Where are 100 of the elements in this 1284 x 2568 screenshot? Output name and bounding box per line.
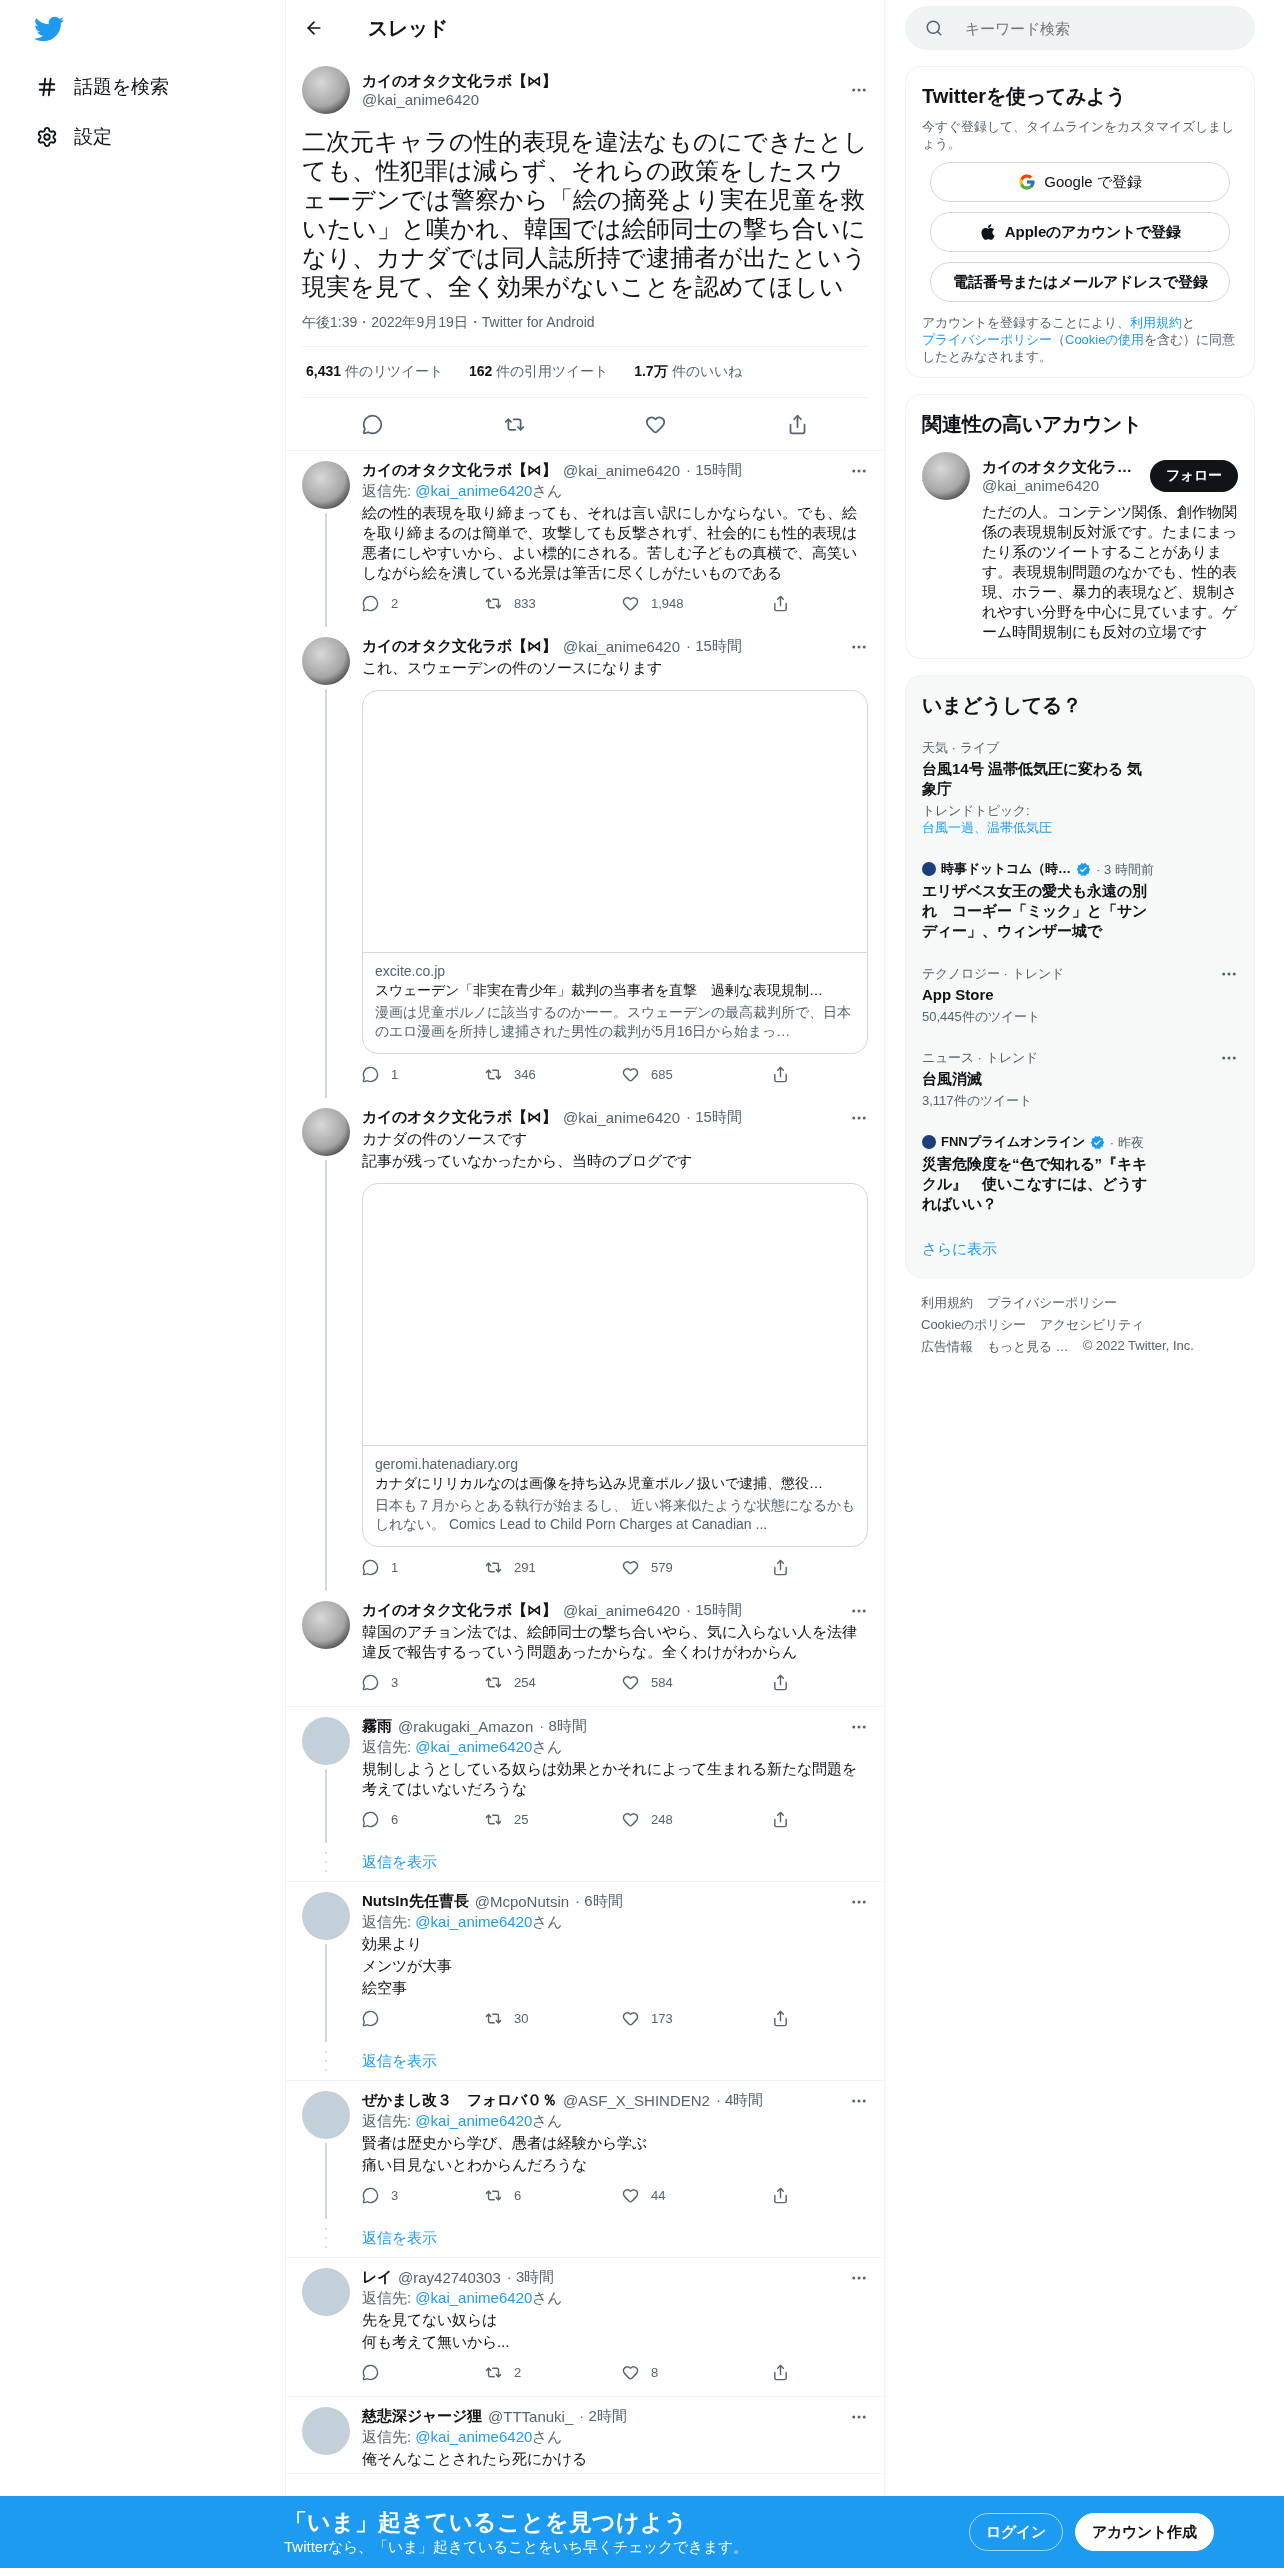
card-title: カナダにリリカルなのは画像を持ち込み児童ポルノ扱いで逮捕、懲役… [375,1475,824,1493]
footer-link[interactable]: 広告情報 [921,1338,973,1356]
author-name[interactable]: カイのオタク文化ラボ【⋈】 [362,1601,557,1620]
share-icon[interactable] [772,1810,789,1828]
timestamp[interactable]: · 3時間 [506,2268,555,2287]
account-name[interactable]: カイのオタク文化ラ… [982,458,1138,477]
avatar[interactable] [302,461,350,509]
author-handle[interactable]: @rakugaki_Amazon [398,1718,534,1735]
legal-text: アカウントを登録することにより、利用規約 と プライバシーポリシー（Cookieの使用を含む）に同意したとみなされます。 [922,314,1237,365]
timestamp[interactable]: · 15時間 [685,1108,742,1127]
footer-link[interactable]: © 2022 Twitter, Inc. [1082,1338,1194,1356]
footer-link[interactable]: 利用規約 [921,1294,973,1312]
signup-button[interactable]: Appleのアカウントで登録 [930,212,1230,252]
share-icon[interactable] [772,1065,789,1083]
nav-item[interactable]: 話題を検索 [30,62,175,112]
stat-link[interactable]: 6,431 件のリツイート [306,363,443,381]
like-icon[interactable] [622,1558,639,1576]
footer-link[interactable]: プライバシーポリシー [987,1294,1117,1312]
stat-link[interactable]: 1.7万 件のいいね [634,363,742,381]
timestamp[interactable]: · 15時間 [685,637,742,656]
author-name[interactable]: 慈悲深ジャージ狸 [362,2407,482,2426]
count: 30 [514,2010,529,2026]
trend-title[interactable]: App Store [922,985,1154,1005]
avatar[interactable] [302,1108,350,1156]
signup-button[interactable]: 電話番号またはメールアドレスで登録 [930,262,1230,302]
reply-icon[interactable] [362,1673,379,1691]
like-icon[interactable] [622,594,639,612]
footer-link[interactable]: Cookieのポリシー [921,1316,1027,1334]
reply-icon[interactable] [362,2009,379,2027]
author-handle[interactable]: @McpoNutsin [474,1893,570,1910]
trend-title[interactable]: 台風消滅 [922,1069,1154,1089]
search-icon [925,19,943,37]
reply-icon[interactable] [362,2186,379,2204]
hash-icon[interactable] [36,76,58,98]
link-card[interactable]: geromi.hatenadiary.org カナダにリリカルなのは画像を持ち込み児童ポルノ扱いで逮捕、懲役… 日本も７月からとある執行が始まるし、 近い将来似たような状態になるかもしれない。 Comics Lead to Child Porn Charges at Canadian ... [362,1183,868,1547]
timestamp[interactable]: · 2時間 [579,2407,627,2426]
footer-link[interactable]: もっと見る … [987,1338,1069,1356]
trend-title[interactable]: 台風14号 温帯低気圧に変わる 気象庁 [922,759,1154,799]
tweet-text: 俺そんなことされたら死にかける [362,2449,588,2469]
like-icon[interactable] [622,1810,639,1828]
account-handle[interactable]: @kai_anime6420 [982,477,1138,494]
count: 44 [651,2187,666,2203]
stat-link[interactable]: 162 件の引用ツイート [468,363,609,381]
reply-icon[interactable] [362,1810,379,1828]
avatar[interactable] [302,66,350,114]
like-icon[interactable] [622,1065,639,1083]
count: 3 [391,1674,399,1690]
author-handle[interactable]: @TTTanuki_ [488,2408,574,2425]
bird-logo-icon[interactable] [34,14,64,44]
avatar[interactable] [302,1601,350,1649]
like-icon[interactable] [622,2009,639,2027]
author-name[interactable]: カイのオタク文化ラボ【⋈】 [362,1108,557,1127]
share-icon[interactable] [772,594,789,612]
timestamp[interactable]: · 6時間 [575,1892,623,1911]
create-account-button[interactable]: アカウント作成 [1075,2513,1214,2551]
link-card[interactable]: excite.co.jp スウェーデン「非実在青少年」裁判の当事者を直撃 過剰な表現規制… 漫画は児童ポルノに該当するのかーー。スウェーデンの最高裁判所で、日本のエロ漫画を所持し逮捕された男性の裁判が5月16日から始まっ… [362,690,868,1054]
author-handle[interactable]: @kai_anime6420 [563,1109,680,1126]
timestamp[interactable]: · 15時間 [685,461,742,480]
news-title[interactable]: 災害危険度を“色で知れる”『キキクル』 使いこなすには、どうすればいい？ [922,1154,1154,1214]
share-icon[interactable] [772,2009,789,2027]
gear-icon[interactable] [36,126,58,148]
follow-button[interactable]: フォロー [1150,460,1238,492]
author-name[interactable]: 霧雨 [362,1717,392,1736]
timestamp[interactable]: · 8時間 [539,1717,587,1736]
like-icon[interactable] [622,2186,639,2204]
signup-button[interactable]: Google で登録 [930,162,1230,202]
tweet-text: 規制しようとしている奴らは効果とかそれによって生まれる新たな問題を考えてはいないだろうな [362,1759,858,1799]
footer-link[interactable]: アクセシビリティ [1040,1316,1145,1334]
author-name[interactable]: レイ [362,2268,392,2287]
reply-icon[interactable] [362,2363,379,2381]
author-name[interactable]: ぜかまし改３ フォロバ０％ [362,2091,557,2110]
author-name[interactable]: カイのオタク文化ラボ【⋈】 [362,72,838,91]
share-icon[interactable] [772,1673,789,1691]
reply-icon[interactable] [362,1065,379,1083]
like-icon[interactable] [622,2363,639,2381]
news-title[interactable]: エリザベス女王の愛犬も永遠の別れ コーギー「ミック」と「サンディー」、ウィンザー城で [922,881,1154,941]
timestamp[interactable]: · 4時間 [715,2091,764,2110]
author-handle[interactable]: @kai_anime6420 [563,462,680,479]
author-handle[interactable]: @kai_anime6420 [362,91,838,108]
author-handle[interactable]: @kai_anime6420 [563,1602,680,1619]
search-input[interactable]: キーワード検索 [963,18,1166,38]
reply-icon[interactable] [362,413,384,435]
reply-icon[interactable] [362,1558,379,1576]
author-name[interactable]: カイのオタク文化ラボ【⋈】 [362,461,557,480]
like-icon[interactable] [622,1673,639,1691]
author-handle[interactable]: @ASF_X_SHINDEN2 [563,2092,710,2109]
search-field[interactable]: キーワード検索 [905,6,1255,50]
share-icon[interactable] [772,1558,789,1576]
author-name[interactable]: NutsIn先任曹長 [362,1892,469,1911]
avatar[interactable] [922,452,970,500]
author-name[interactable]: カイのオタク文化ラボ【⋈】 [362,637,557,656]
reply-icon[interactable] [362,594,379,612]
avatar[interactable] [302,637,350,685]
nav-item[interactable]: 設定 [30,112,118,162]
share-icon[interactable] [772,2186,789,2204]
author-handle[interactable]: @ray42740303 [398,2269,501,2286]
tweet-text-line: 絵空事 [362,1978,408,1998]
timestamp[interactable]: · 15時間 [685,1601,742,1620]
share-icon[interactable] [772,2363,789,2381]
author-handle[interactable]: @kai_anime6420 [563,638,680,655]
